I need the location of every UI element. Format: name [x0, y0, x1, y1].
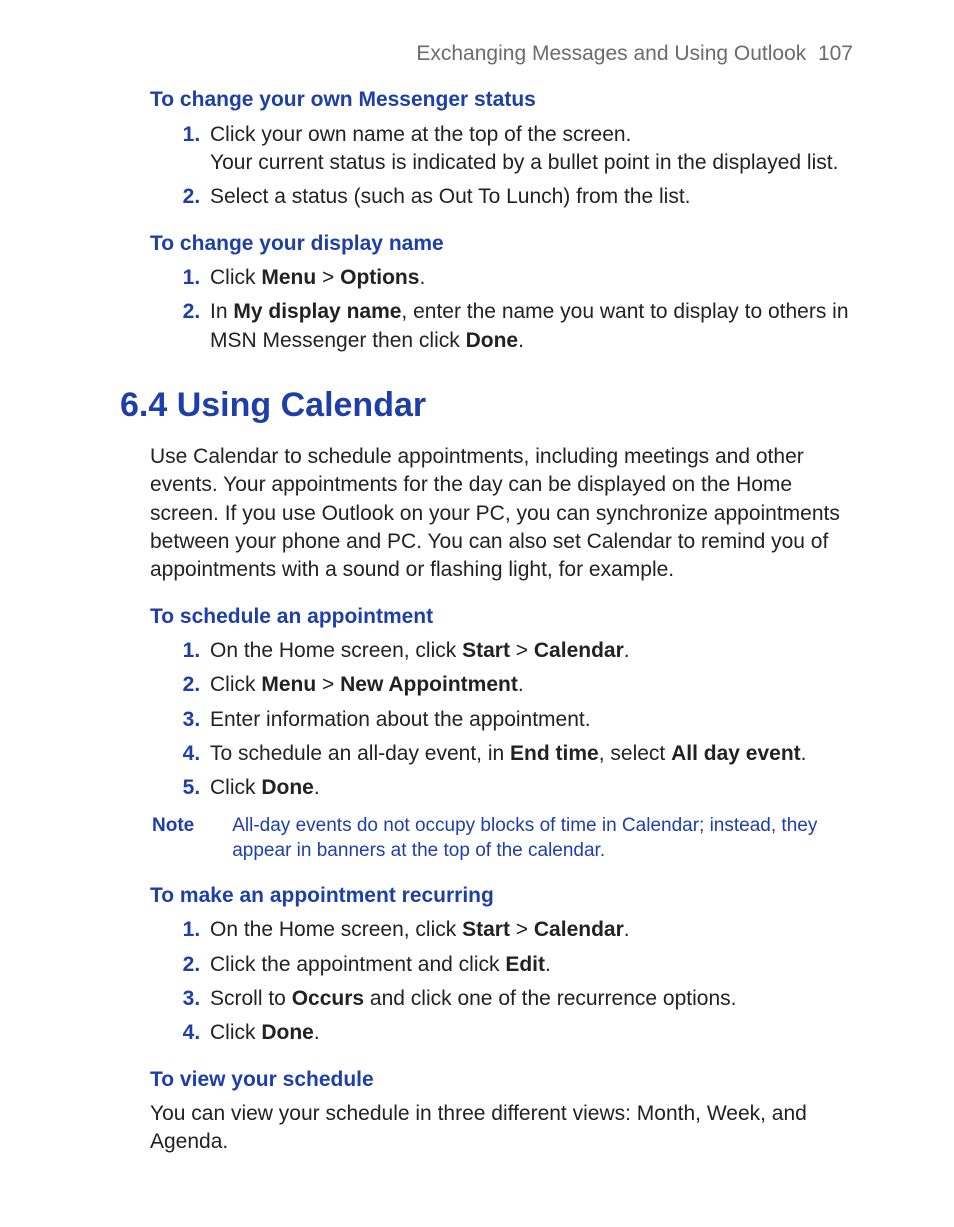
bold-text: Done [261, 1021, 314, 1044]
body-text: . [518, 329, 524, 352]
list-item: Select a status (such as Out To Lunch) f… [206, 183, 859, 211]
body-text: Click the appointment and click [210, 953, 505, 976]
list-item: Click your own name at the top of the sc… [206, 121, 859, 178]
list-item: Enter information about the appointment. [206, 706, 859, 734]
bold-text: Done [466, 329, 519, 352]
list-display-name: Click Menu > Options. In My display name… [150, 264, 859, 355]
body-text: Click [210, 673, 261, 696]
bold-text: Edit [505, 953, 545, 976]
body-text: On the Home screen, click [210, 639, 462, 662]
list-item: Click Done. [206, 774, 859, 802]
note-block: Note All-day events do not occupy blocks… [150, 813, 859, 864]
body-text: . [314, 1021, 320, 1044]
subheading-recurring: To make an appointment recurring [150, 882, 859, 910]
body-text: Scroll to [210, 987, 292, 1010]
body-text: and click one of the recurrence options. [364, 987, 736, 1010]
chapter-title: Exchanging Messages and Using Outlook [416, 42, 806, 65]
bold-text: Menu [261, 266, 316, 289]
bold-text: Start [462, 639, 510, 662]
body-text: . [314, 776, 320, 799]
subheading-schedule-appointment: To schedule an appointment [150, 603, 859, 631]
bold-text: Options [340, 266, 419, 289]
bold-text: New Appointment [340, 673, 518, 696]
note-text: All-day events do not occupy blocks of t… [232, 813, 859, 864]
list-item: On the Home screen, click Start > Calend… [206, 916, 859, 944]
list-item: In My display name, enter the name you w… [206, 298, 859, 355]
bold-text: All day event [671, 742, 801, 765]
list-item: On the Home screen, click Start > Calend… [206, 637, 859, 665]
body-text: . [419, 266, 425, 289]
page-header: Exchanging Messages and Using Outlook 10… [150, 40, 859, 68]
body-text: . [801, 742, 807, 765]
list-messenger-status: Click your own name at the top of the sc… [150, 121, 859, 212]
subheading-messenger-status: To change your own Messenger status [150, 86, 859, 114]
bold-text: Menu [261, 673, 316, 696]
list-schedule-appointment: On the Home screen, click Start > Calend… [150, 637, 859, 803]
heading-6-4: 6.4 Using Calendar [120, 383, 859, 429]
list-recurring: On the Home screen, click Start > Calend… [150, 916, 859, 1047]
body-text: > [316, 266, 340, 289]
body-text: On the Home screen, click [210, 918, 462, 941]
bold-text: End time [510, 742, 599, 765]
list-item: To schedule an all-day event, in End tim… [206, 740, 859, 768]
body-text: Click [210, 266, 261, 289]
subheading-display-name: To change your display name [150, 230, 859, 258]
body-text: > [510, 918, 534, 941]
list-item: Click the appointment and click Edit. [206, 951, 859, 979]
bold-text: Calendar [534, 639, 624, 662]
bold-text: Start [462, 918, 510, 941]
bold-text: Done [261, 776, 314, 799]
bold-text: Occurs [292, 987, 364, 1010]
body-text: . [624, 639, 630, 662]
note-label: Note [150, 813, 194, 864]
page-number: 107 [818, 42, 853, 65]
body-text: Enter information about the appointment. [210, 708, 591, 731]
body-text: Select a status (such as Out To Lunch) f… [210, 185, 691, 208]
list-item: Click Menu > Options. [206, 264, 859, 292]
body-text: Your current status is indicated by a bu… [210, 151, 838, 174]
body-text: Click [210, 776, 261, 799]
body-text: Click your own name at the top of the sc… [210, 123, 631, 146]
body-text: To schedule an all-day event, in [210, 742, 510, 765]
intro-paragraph: Use Calendar to schedule appointments, i… [150, 443, 859, 585]
body-text: In [210, 300, 233, 323]
body-text: > [316, 673, 340, 696]
view-schedule-text: You can view your schedule in three diff… [150, 1100, 859, 1157]
bold-text: My display name [233, 300, 401, 323]
list-item: Click Menu > New Appointment. [206, 671, 859, 699]
body-text: , select [599, 742, 671, 765]
body-text: . [518, 673, 524, 696]
body-text: . [624, 918, 630, 941]
list-item: Click Done. [206, 1019, 859, 1047]
subheading-view-schedule: To view your schedule [150, 1066, 859, 1094]
body-text: Click [210, 1021, 261, 1044]
list-item: Scroll to Occurs and click one of the re… [206, 985, 859, 1013]
body-text: . [545, 953, 551, 976]
bold-text: Calendar [534, 918, 624, 941]
body-text: > [510, 639, 534, 662]
